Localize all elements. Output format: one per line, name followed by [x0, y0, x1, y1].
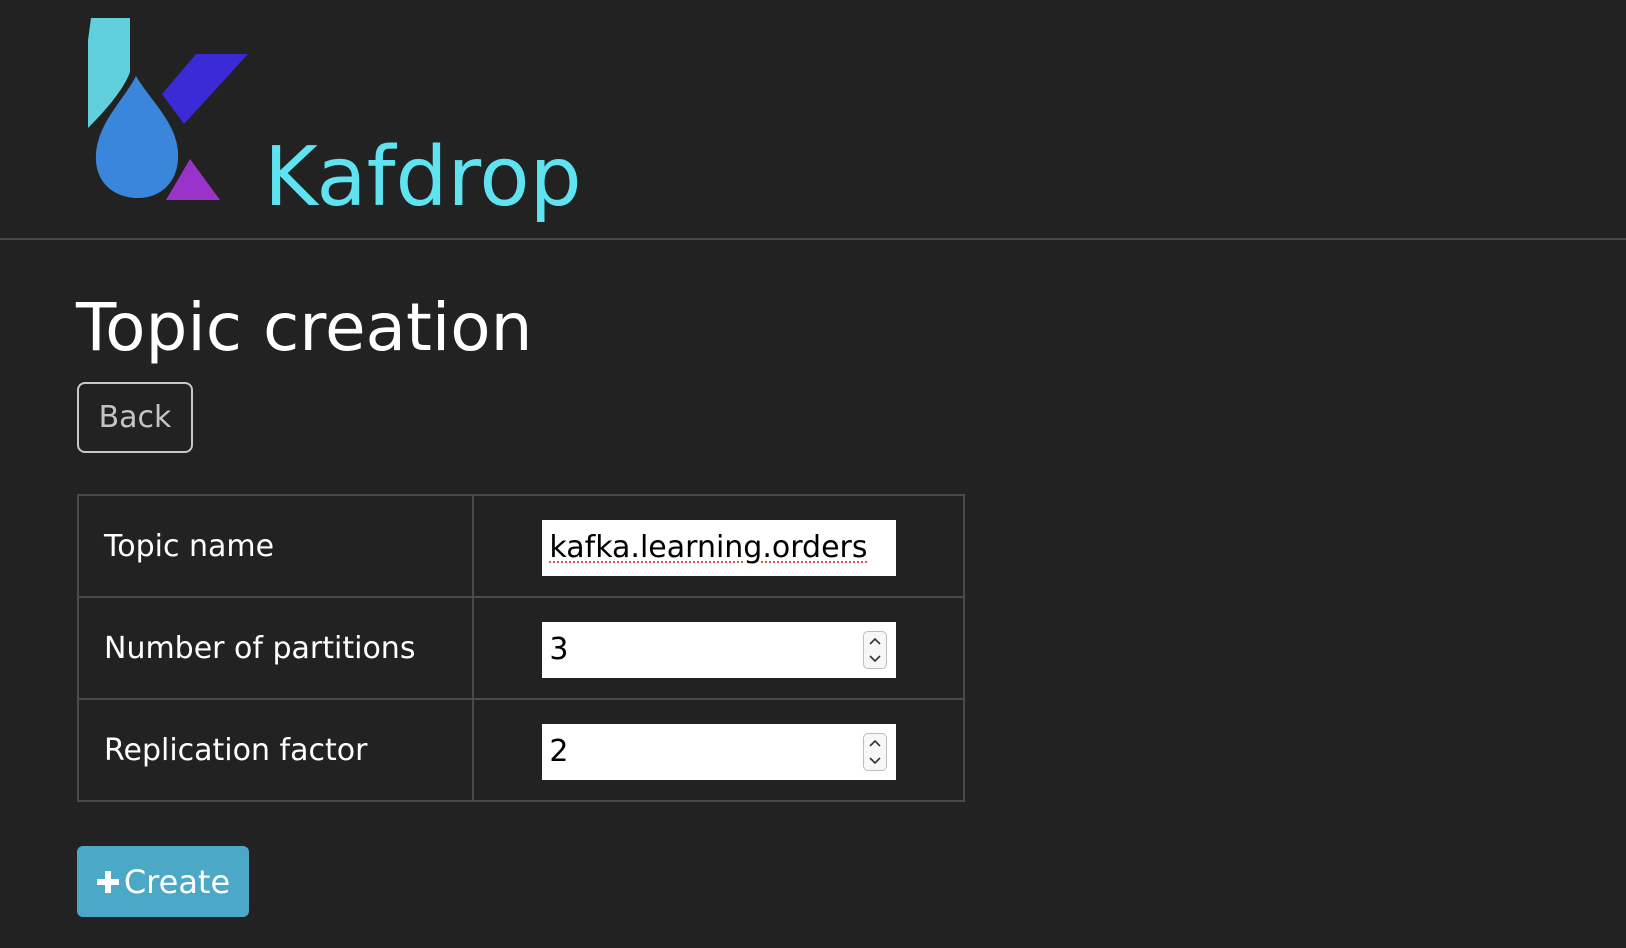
chevron-up-icon[interactable] [864, 734, 886, 752]
create-button[interactable]: Create [77, 846, 249, 917]
replication-cell: 2 [472, 698, 965, 802]
back-button[interactable]: Back [77, 382, 193, 453]
partitions-value: 3 [549, 632, 569, 667]
replication-label: Replication factor [76, 698, 475, 802]
topic-name-input[interactable]: kafka.learning.orders [542, 520, 897, 576]
header: Kafdrop [0, 0, 1626, 240]
topic-name-label: Topic name [76, 494, 475, 598]
brand-name[interactable]: Kafdrop [264, 128, 582, 228]
plus-icon [96, 870, 119, 893]
create-label: Create [123, 862, 231, 901]
topic-name-cell: kafka.learning.orders [472, 494, 965, 598]
partitions-cell: 3 [472, 596, 965, 700]
chevron-down-icon[interactable] [864, 650, 886, 668]
kafdrop-logo[interactable] [86, 14, 256, 210]
table-row: Number of partitions 3 [76, 596, 965, 700]
replication-value: 2 [549, 734, 569, 769]
partitions-label: Number of partitions [76, 596, 475, 700]
table-row: Replication factor 2 [76, 698, 965, 802]
page-title: Topic creation [76, 289, 533, 366]
partitions-stepper[interactable] [863, 631, 888, 669]
table-row: Topic name kafka.learning.orders [76, 494, 965, 598]
chevron-down-icon[interactable] [864, 752, 886, 770]
partitions-input[interactable]: 3 [542, 622, 897, 678]
chevron-up-icon[interactable] [864, 632, 886, 650]
topic-form-table: Topic name kafka.learning.orders Number … [76, 494, 965, 802]
replication-input[interactable]: 2 [542, 724, 897, 780]
topic-name-value: kafka.learning.orders [549, 530, 868, 565]
replication-stepper[interactable] [863, 733, 888, 771]
